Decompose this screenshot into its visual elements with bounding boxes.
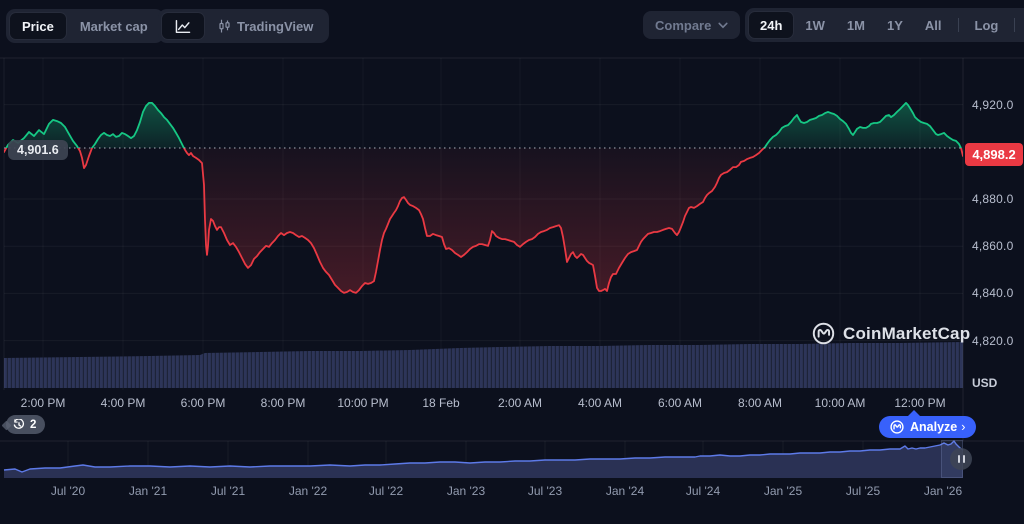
x-axis-label: 2:00 AM xyxy=(497,396,543,410)
range-all-button[interactable]: All xyxy=(915,12,952,38)
timeline-label: Jul '23 xyxy=(527,484,563,498)
analyze-button[interactable]: Analyze › xyxy=(879,410,977,438)
history-count-badge[interactable]: 2 xyxy=(6,415,46,434)
timeline-label: Jan '24 xyxy=(605,484,645,498)
range-1w-button[interactable]: 1W xyxy=(795,12,835,38)
range-toggle: 24h 1W 1M 1Y All Log xyxy=(745,8,1024,42)
x-axis-label: 18 Feb xyxy=(422,396,460,410)
range-1y-button[interactable]: 1Y xyxy=(877,12,913,38)
x-axis-label: 2:00 PM xyxy=(20,396,66,410)
log-scale-button[interactable]: Log xyxy=(965,12,1009,38)
divider xyxy=(1014,18,1016,32)
timeline-label: Jul '25 xyxy=(845,484,881,498)
coinmarketcap-logo-icon xyxy=(812,322,835,345)
analyze-chevron: › xyxy=(961,420,966,434)
x-axis-label: 12:00 PM xyxy=(894,396,946,410)
price-marketcap-toggle: Price Market cap xyxy=(6,9,164,43)
tradingview-label: TradingView xyxy=(237,18,314,34)
divider xyxy=(957,18,959,32)
x-axis-label: 4:00 PM xyxy=(100,396,146,410)
analyze-label: Analyze xyxy=(910,420,958,434)
history-clock-icon xyxy=(13,418,25,431)
currency-unit-label: USD xyxy=(972,376,998,390)
coinmarketcap-price-chart: Price Market cap TradingView Compare 24h… xyxy=(0,0,1024,524)
y-axis-label: 4,880.0 xyxy=(972,191,1014,206)
timeline-label: Jan '25 xyxy=(763,484,803,498)
range-1m-button[interactable]: 1M xyxy=(837,12,875,38)
timeline-scrubber[interactable] xyxy=(4,441,963,478)
x-axis-label: 6:00 PM xyxy=(180,396,226,410)
compare-button[interactable]: Compare xyxy=(643,11,741,39)
x-axis-label: 10:00 AM xyxy=(814,396,866,410)
line-chart-button[interactable] xyxy=(162,13,204,39)
timeline-label: Jan '26 xyxy=(923,484,963,498)
y-axis-label: 4,860.0 xyxy=(972,239,1014,254)
baseline-price-pill: 4,901.6 xyxy=(8,140,68,160)
tradingview-button[interactable]: TradingView xyxy=(206,13,325,39)
x-axis-label: 10:00 PM xyxy=(337,396,389,410)
timeline-label: Jan '23 xyxy=(446,484,486,498)
timeline-label: Jan '22 xyxy=(288,484,328,498)
coinmarketcap-watermark: CoinMarketCap xyxy=(812,322,970,345)
x-axis-label: 6:00 AM xyxy=(657,396,703,410)
y-axis-label: 4,820.0 xyxy=(972,333,1014,348)
range-24h-button[interactable]: 24h xyxy=(749,12,794,38)
timeline-label: Jul '22 xyxy=(368,484,404,498)
chart-type-toggle: TradingView xyxy=(158,9,330,43)
x-axis-label: 4:00 AM xyxy=(577,396,623,410)
analyze-logo-icon xyxy=(890,420,904,434)
chevron-down-icon xyxy=(718,22,728,29)
timeline-label: Jul '20 xyxy=(50,484,86,498)
x-axis-label: 8:00 AM xyxy=(737,396,783,410)
line-chart-icon xyxy=(175,19,191,34)
history-count: 2 xyxy=(30,418,37,431)
market-cap-tab[interactable]: Market cap xyxy=(68,13,160,39)
timeline-label: Jul '24 xyxy=(685,484,721,498)
timeline-drag-handle[interactable] xyxy=(950,448,972,470)
timeline-label: Jul '21 xyxy=(210,484,246,498)
y-axis-label: 4,920.0 xyxy=(972,97,1014,112)
timeline-label: Jan '21 xyxy=(128,484,168,498)
watermark-text: CoinMarketCap xyxy=(843,323,971,343)
price-tab[interactable]: Price xyxy=(10,13,66,39)
x-axis-label: 8:00 PM xyxy=(260,396,306,410)
candlestick-icon xyxy=(218,19,231,34)
y-axis-label: 4,840.0 xyxy=(972,286,1014,301)
compare-label: Compare xyxy=(655,17,712,33)
current-price-badge: 4,898.2 xyxy=(965,143,1023,166)
